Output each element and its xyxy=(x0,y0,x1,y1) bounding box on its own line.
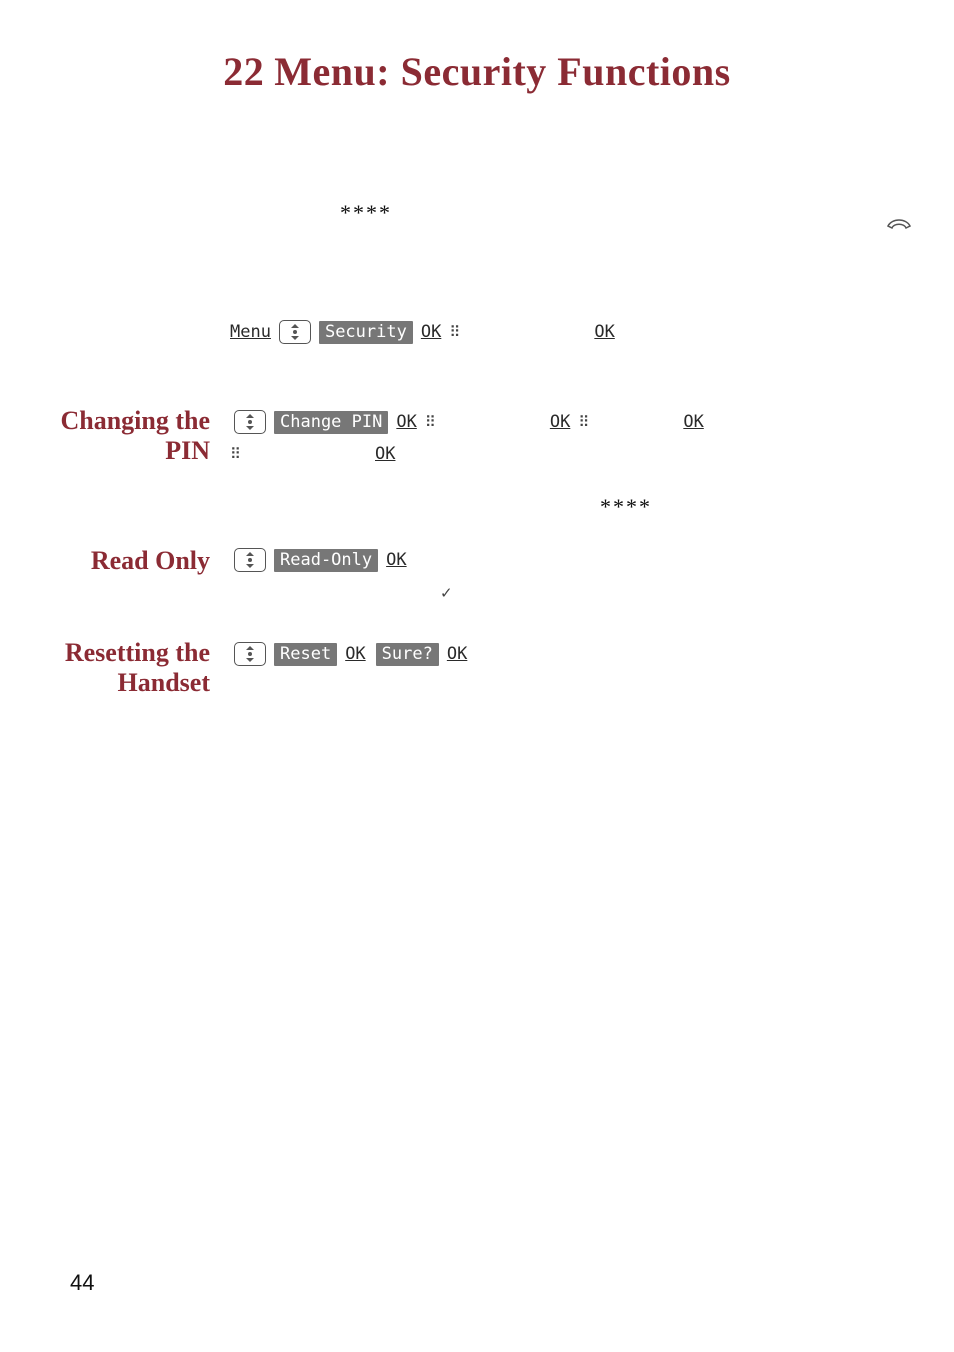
ok-softkey-2[interactable]: OK xyxy=(594,322,614,342)
ok-softkey-2[interactable]: OK xyxy=(550,412,570,432)
ok-softkey[interactable]: OK xyxy=(396,412,416,432)
rocker-icon[interactable] xyxy=(234,410,266,434)
page-title: 22Menu: Security Functions xyxy=(0,48,954,95)
section-heading-change-pin: Changing the PIN xyxy=(20,406,210,466)
menu-item-security[interactable]: Security xyxy=(319,321,413,344)
heading-line2: PIN xyxy=(165,436,210,465)
heading-line2: Handset xyxy=(118,668,210,697)
masked-pin: **** xyxy=(600,494,652,519)
section-heading-reset: Resetting the Handset xyxy=(20,638,210,698)
keypad-icon: ⠿ xyxy=(449,323,460,341)
section-heading-read-only: Read Only xyxy=(20,546,210,576)
change-pin-mask: **** xyxy=(600,494,652,520)
rocker-icon[interactable] xyxy=(279,320,311,344)
masked-pin: **** xyxy=(340,200,392,225)
menu-item-change-pin[interactable]: Change PIN xyxy=(274,411,388,434)
page-number: 44 xyxy=(70,1270,94,1296)
heading-line1: Read Only xyxy=(91,546,210,575)
menu-softkey[interactable]: Menu xyxy=(230,322,271,342)
ok-softkey[interactable]: OK xyxy=(421,322,441,342)
heading-line1: Changing the xyxy=(60,406,210,435)
rocker-icon[interactable] xyxy=(234,548,266,572)
ok-softkey-4[interactable]: OK xyxy=(375,444,395,464)
chapter-title: Menu: Security Functions xyxy=(274,49,730,94)
ok-softkey[interactable]: OK xyxy=(345,644,365,664)
change-pin-row-2: ⠿ OK xyxy=(230,444,395,464)
reset-row: Reset OK Sure? OK xyxy=(230,642,467,666)
keypad-icon: ⠿ xyxy=(578,413,589,431)
check-icon: ✓ xyxy=(440,584,453,603)
chapter-number: 22 xyxy=(223,49,264,94)
keypad-icon: ⠿ xyxy=(230,445,241,463)
ok-softkey-2[interactable]: OK xyxy=(447,644,467,664)
rocker-icon[interactable] xyxy=(234,642,266,666)
keypad-icon: ⠿ xyxy=(425,413,436,431)
intro-pin-mask: **** xyxy=(340,200,392,226)
menu-path-row: Menu Security OK ⠿ OK xyxy=(230,320,615,344)
confirm-prompt: Sure? xyxy=(376,643,439,666)
menu-item-reset[interactable]: Reset xyxy=(274,643,337,666)
change-pin-row: Change PIN OK ⠿ OK ⠿ OK xyxy=(230,410,850,434)
hangup-icon xyxy=(886,214,912,240)
read-only-row: Read-Only OK xyxy=(230,548,407,572)
menu-item-read-only[interactable]: Read-Only xyxy=(274,549,378,572)
ok-softkey-3[interactable]: OK xyxy=(683,412,703,432)
ok-softkey[interactable]: OK xyxy=(386,550,406,570)
heading-line1: Resetting the xyxy=(65,638,210,667)
